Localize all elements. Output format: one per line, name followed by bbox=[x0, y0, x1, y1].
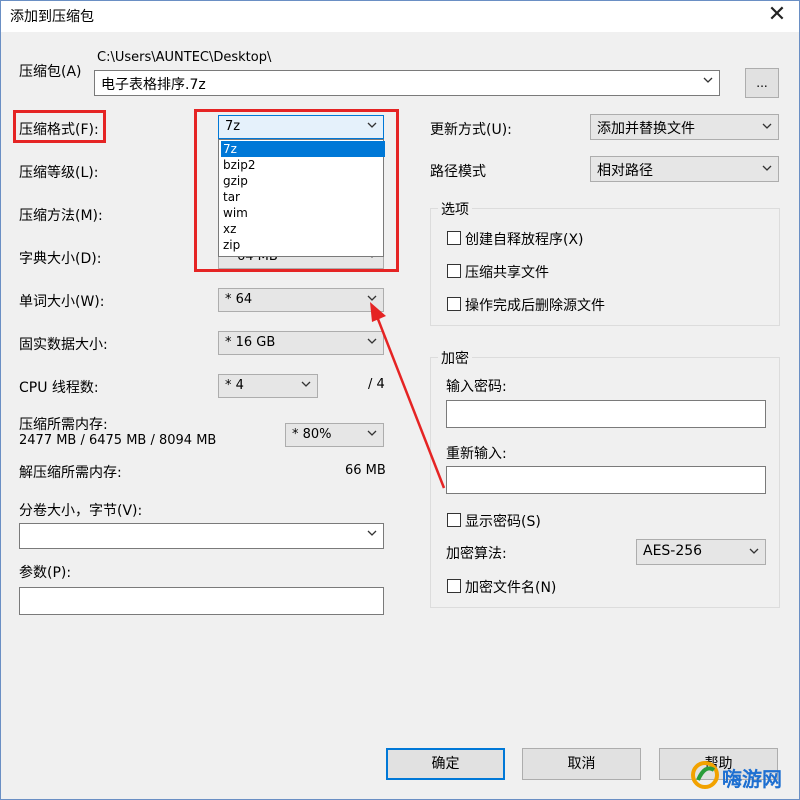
params-input[interactable] bbox=[19, 587, 384, 615]
shared-files-checkbox[interactable] bbox=[447, 264, 461, 278]
update-mode-combo[interactable]: 添加并替换文件 bbox=[590, 114, 779, 140]
show-password-label: 显示密码(S) bbox=[465, 514, 541, 530]
params-label: 参数(P): bbox=[19, 565, 72, 581]
close-icon[interactable]: ✕ bbox=[762, 0, 792, 30]
password-input[interactable] bbox=[446, 400, 766, 428]
sfx-label: 创建自释放程序(X) bbox=[465, 232, 584, 248]
encryption-algorithm-combo[interactable]: AES-256 bbox=[636, 539, 766, 565]
encrypt-names-checkbox[interactable] bbox=[447, 579, 461, 593]
chevron-down-icon bbox=[367, 530, 377, 536]
dict-label: 字典大小(D): bbox=[19, 251, 102, 267]
cpu-threads-combo[interactable]: * 4 bbox=[218, 374, 318, 398]
ok-button[interactable]: 确定 bbox=[386, 748, 505, 780]
path-mode-combo[interactable]: 相对路径 bbox=[590, 156, 779, 182]
path-mode-value: 相对路径 bbox=[597, 163, 653, 179]
annotation-arrow bbox=[370, 302, 446, 489]
encryption-algorithm-value: AES-256 bbox=[643, 543, 703, 559]
watermark-logo-icon bbox=[691, 761, 719, 789]
encryption-algorithm-label: 加密算法: bbox=[446, 546, 507, 562]
chevron-down-icon bbox=[762, 165, 772, 171]
memory-label: 压缩所需内存: bbox=[19, 417, 108, 433]
cancel-button[interactable]: 取消 bbox=[522, 748, 641, 780]
memory-percent-value: * 80% bbox=[292, 427, 332, 442]
solid-size-label: 固实数据大小: bbox=[19, 337, 108, 353]
cpu-threads-label: CPU 线程数: bbox=[19, 380, 99, 396]
method-label: 压缩方法(M): bbox=[19, 208, 103, 224]
chevron-down-icon bbox=[749, 548, 759, 554]
browse-button[interactable]: ... bbox=[745, 68, 779, 98]
cpu-threads-value: * 4 bbox=[225, 378, 244, 393]
level-label: 压缩等级(L): bbox=[19, 165, 99, 181]
title-bar bbox=[1, 1, 799, 32]
update-mode-value: 添加并替换文件 bbox=[597, 121, 695, 137]
word-size-label: 单词大小(W): bbox=[19, 294, 105, 310]
split-size-label: 分卷大小，字节(V): bbox=[19, 503, 143, 519]
sfx-checkbox[interactable] bbox=[447, 231, 461, 245]
options-group-title: 选项 bbox=[438, 199, 472, 219]
solid-size-value: * 16 GB bbox=[225, 335, 276, 350]
format-dropdown-highlight bbox=[194, 109, 399, 272]
chevron-down-icon bbox=[703, 77, 713, 83]
show-password-checkbox[interactable] bbox=[447, 513, 461, 527]
shared-files-label: 压缩共享文件 bbox=[465, 265, 549, 281]
password-confirm-input[interactable] bbox=[446, 466, 766, 494]
word-size-value: * 64 bbox=[225, 292, 253, 307]
memory-detail: 2477 MB / 6475 MB / 8094 MB bbox=[19, 433, 217, 448]
decomp-memory-label: 解压缩所需内存: bbox=[19, 465, 122, 481]
archive-name-combo[interactable]: 电子表格排序.7z bbox=[94, 70, 720, 96]
delete-after-label: 操作完成后删除源文件 bbox=[465, 298, 605, 314]
split-size-combo[interactable] bbox=[19, 523, 384, 549]
archive-name-value: 电子表格排序.7z bbox=[101, 77, 206, 93]
archive-label: 压缩包(A) bbox=[19, 64, 82, 80]
chevron-down-icon bbox=[301, 381, 311, 387]
watermark-text: 嗨游网 bbox=[722, 767, 782, 791]
chevron-down-icon bbox=[762, 123, 772, 129]
archive-path: C:\Users\AUNTEC\Desktop\ bbox=[97, 50, 272, 65]
format-label-highlight bbox=[13, 110, 106, 143]
encrypt-names-label: 加密文件名(N) bbox=[465, 580, 557, 596]
update-mode-label: 更新方式(U): bbox=[430, 122, 512, 138]
path-mode-label: 路径模式 bbox=[430, 164, 486, 180]
window-title: 添加到压缩包 bbox=[10, 9, 94, 25]
